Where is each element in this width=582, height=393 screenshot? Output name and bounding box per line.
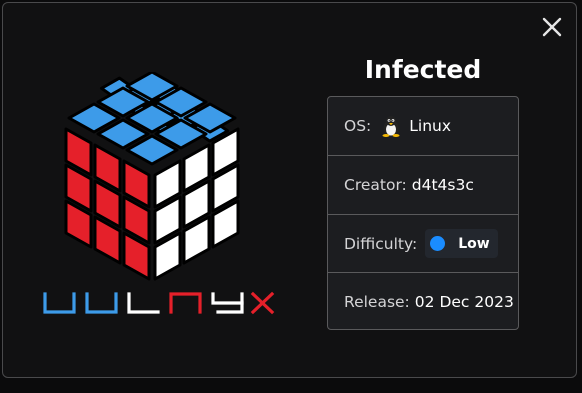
rubik-cube-icon	[64, 72, 240, 281]
difficulty-row: Difficulty: Low	[328, 214, 518, 272]
release-row: Release: 02 Dec 2023	[328, 272, 518, 329]
vulnyx-logo	[43, 72, 275, 315]
difficulty-label: Difficulty:	[344, 234, 418, 253]
difficulty-dot-icon	[430, 236, 446, 251]
creator-value: d4t4s3c	[411, 175, 474, 194]
release-label: Release:	[344, 292, 410, 311]
vulnyx-wordmark	[43, 291, 275, 315]
tux-penguin-icon	[382, 116, 400, 137]
os-label: OS:	[344, 117, 372, 135]
os-row: OS: Linux	[328, 97, 518, 155]
os-value: Linux	[409, 117, 452, 135]
close-button[interactable]	[540, 15, 564, 39]
machine-info-table: OS: Linux Creator: d4t4s3c Difficulty: L…	[327, 96, 519, 330]
close-icon[interactable]	[540, 15, 564, 39]
difficulty-badge: Low	[425, 229, 498, 258]
creator-row: Creator: d4t4s3c	[328, 155, 518, 213]
release-value: 02 Dec 2023	[414, 292, 514, 311]
difficulty-value: Low	[458, 235, 490, 252]
creator-label: Creator:	[344, 175, 407, 194]
machine-title: Infected	[364, 55, 482, 84]
